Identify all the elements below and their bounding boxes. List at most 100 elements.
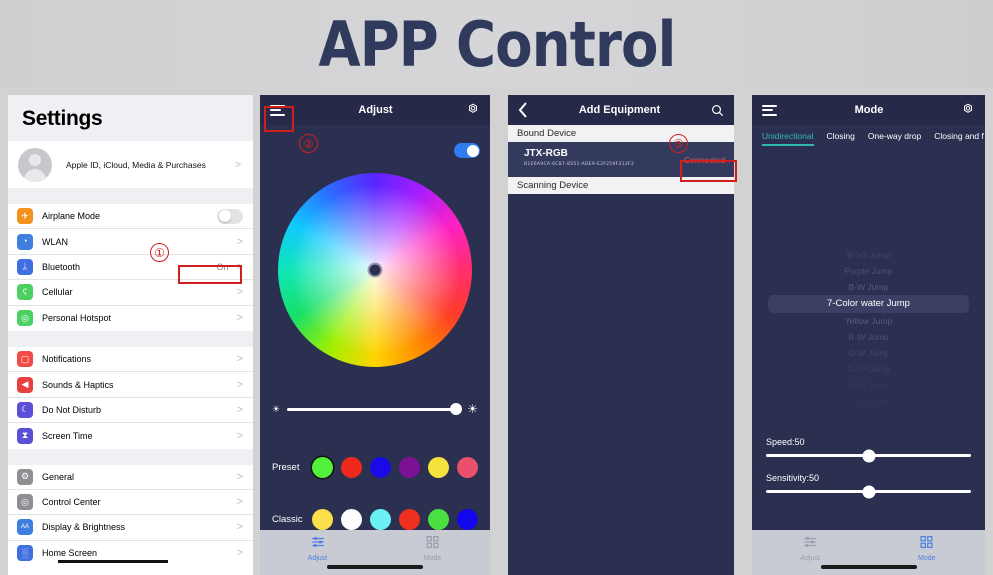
mode-picker-item-6[interactable]: G-W Jump bbox=[752, 345, 985, 361]
scanning-device-section-header: Scanning Device bbox=[508, 177, 734, 194]
mode-tab-1[interactable]: Closing bbox=[827, 131, 855, 143]
preset-swatch-5[interactable] bbox=[457, 457, 478, 478]
classic-swatch-2[interactable] bbox=[370, 509, 391, 530]
power-toggle[interactable] bbox=[454, 143, 480, 158]
ios-settings-panel: Settings Apple ID, iCloud, Media & Purch… bbox=[8, 95, 253, 575]
chevron-right-icon: > bbox=[236, 286, 243, 299]
sliders-icon bbox=[311, 536, 324, 548]
tab-mode[interactable]: Mode bbox=[869, 535, 986, 562]
classic-swatch-5[interactable] bbox=[457, 509, 478, 530]
display-brightness-icon: AA bbox=[17, 519, 33, 536]
hamburger-menu-icon[interactable] bbox=[762, 104, 777, 116]
settings-row-general[interactable]: ⚙ General > bbox=[8, 464, 253, 490]
airplane-mode-toggle[interactable] bbox=[217, 208, 243, 224]
brightness-low-icon: ☀ bbox=[272, 403, 281, 414]
settings-row-sounds-haptics[interactable]: ◀ Sounds & Haptics > bbox=[8, 372, 253, 398]
avatar bbox=[18, 147, 52, 182]
classic-swatch-4[interactable] bbox=[428, 509, 449, 530]
annotation-marker-1: ① bbox=[150, 243, 169, 262]
mode-tab-2[interactable]: One-way drop bbox=[868, 131, 921, 143]
mode-topbar: Mode bbox=[752, 95, 985, 125]
device-row-jtx-rgb[interactable]: JTX-RGB B1E6A9CA-6C87-8551-ADE9-E2F259F3… bbox=[508, 142, 734, 177]
device-status-badge: Connected bbox=[683, 154, 725, 165]
speed-slider[interactable] bbox=[766, 449, 971, 462]
brightness-slider-knob[interactable] bbox=[450, 403, 463, 415]
mode-tab-0[interactable]: Unidirectional bbox=[762, 131, 814, 146]
mode-picker-item-3[interactable]: 7-Color water Jump bbox=[768, 295, 969, 313]
search-icon[interactable] bbox=[711, 104, 724, 117]
preset-swatch-1[interactable] bbox=[341, 457, 362, 478]
mode-tab-3[interactable]: Closing and f bbox=[934, 131, 984, 143]
settings-row-label: Do Not Disturb bbox=[42, 404, 102, 415]
equipment-title: Add Equipment bbox=[578, 104, 661, 116]
classic-swatch-3[interactable] bbox=[399, 509, 420, 530]
mode-picker-item-0[interactable]: B->G Jump bbox=[752, 247, 985, 263]
preset-swatch-2[interactable] bbox=[370, 457, 391, 478]
gear-icon[interactable] bbox=[466, 103, 480, 117]
settings-row-display-brightness[interactable]: AA Display & Brightness > bbox=[8, 515, 253, 541]
settings-row-label: Cellular bbox=[42, 287, 73, 298]
classic-swatch-0[interactable] bbox=[312, 509, 333, 530]
mode-picker-item-8[interactable]: Y->P Jump bbox=[752, 377, 985, 393]
mode-picker-item-5[interactable]: R-W Jump bbox=[752, 329, 985, 345]
adjust-topbar: Adjust bbox=[260, 95, 490, 125]
back-chevron-icon[interactable] bbox=[518, 102, 528, 118]
sensitivity-slider[interactable] bbox=[766, 485, 971, 498]
mode-picker-item-7[interactable]: G->P Jump bbox=[752, 361, 985, 377]
speed-slider-block: Speed:50 Sensitivity:50 bbox=[752, 437, 985, 498]
annotation-marker-3: ③ bbox=[669, 134, 688, 153]
speed-slider-knob[interactable] bbox=[862, 449, 875, 462]
settings-title: Settings bbox=[22, 107, 103, 130]
home-indicator bbox=[327, 565, 423, 569]
settings-row-home-screen[interactable]: ░ Home Screen > bbox=[8, 540, 253, 567]
sensitivity-slider-knob[interactable] bbox=[862, 485, 875, 498]
tab-adjust-label: Adjust bbox=[800, 555, 820, 562]
mode-picker-item-1[interactable]: Purple Jump bbox=[752, 263, 985, 279]
brightness-slider[interactable] bbox=[287, 403, 463, 415]
settings-row-airplane-mode[interactable]: ✈ Airplane Mode bbox=[8, 204, 253, 230]
settings-row-value: On bbox=[216, 261, 229, 272]
settings-row-label: Personal Hotspot bbox=[42, 313, 112, 324]
grid-icon bbox=[426, 536, 439, 548]
settings-row-cellular[interactable]: ʕ Cellular > bbox=[8, 280, 253, 306]
settings-group-system: ⚙ General > ◎ Control Center > AA Display & Bri… bbox=[8, 464, 253, 567]
classic-swatch-1[interactable] bbox=[341, 509, 362, 530]
tab-mode-label: Mode bbox=[423, 555, 442, 562]
color-wheel[interactable] bbox=[278, 173, 472, 367]
preset-label: Preset bbox=[272, 462, 300, 473]
gear-icon[interactable] bbox=[961, 103, 975, 117]
page-banner: APP Control bbox=[0, 0, 993, 88]
mode-picker-item-2[interactable]: B-W Jump bbox=[752, 279, 985, 295]
tab-adjust-label: Adjust bbox=[307, 555, 328, 562]
preset-swatch-3[interactable] bbox=[399, 457, 420, 478]
preset-swatch-4[interactable] bbox=[428, 457, 449, 478]
mode-picker-item-4[interactable]: Yellow Jump bbox=[752, 313, 985, 329]
settings-row-screen-time[interactable]: ⧗ Screen Time > bbox=[8, 423, 253, 449]
preset-swatch-0[interactable] bbox=[312, 457, 333, 478]
sliders-icon bbox=[804, 536, 817, 548]
settings-row-notifications[interactable]: ▢ Notifications > bbox=[8, 346, 253, 373]
page-title: APP Control bbox=[317, 7, 676, 81]
equipment-topbar: Add Equipment bbox=[508, 95, 734, 125]
tab-adjust[interactable]: Adjust bbox=[752, 535, 869, 562]
control-center-icon: ◎ bbox=[17, 494, 33, 511]
settings-row-do-not-disturb[interactable]: ☾ Do Not Disturb > bbox=[8, 397, 253, 424]
apple-id-row[interactable]: Apple ID, iCloud, Media & Purchases > bbox=[8, 141, 253, 188]
chevron-right-icon: > bbox=[236, 403, 243, 416]
settings-row-bluetooth[interactable]: ᛦ Bluetooth On > bbox=[8, 254, 253, 281]
settings-row-personal-hotspot[interactable]: ◎ Personal Hotspot > bbox=[8, 305, 253, 331]
color-wheel-knob[interactable] bbox=[367, 262, 383, 278]
apple-id-label: Apple ID, iCloud, Media & Purchases bbox=[66, 159, 206, 170]
tab-mode-label: Mode bbox=[917, 555, 936, 562]
mode-picker-item-9[interactable]: R->W Jump bbox=[752, 393, 985, 409]
grid-icon bbox=[920, 536, 933, 548]
chevron-right-icon: > bbox=[236, 496, 243, 509]
hamburger-menu-icon[interactable] bbox=[270, 104, 285, 116]
settings-row-wlan[interactable]: ◔ WLAN > bbox=[8, 229, 253, 255]
tab-adjust[interactable]: Adjust bbox=[260, 535, 375, 562]
mode-title: Mode bbox=[854, 104, 884, 116]
chevron-right-icon: > bbox=[236, 353, 243, 366]
settings-row-control-center[interactable]: ◎ Control Center > bbox=[8, 489, 253, 516]
tab-mode[interactable]: Mode bbox=[375, 535, 490, 562]
mode-picker-wheel[interactable]: B->G Jump Purple Jump B-W Jump 7-Color wate… bbox=[752, 247, 985, 437]
